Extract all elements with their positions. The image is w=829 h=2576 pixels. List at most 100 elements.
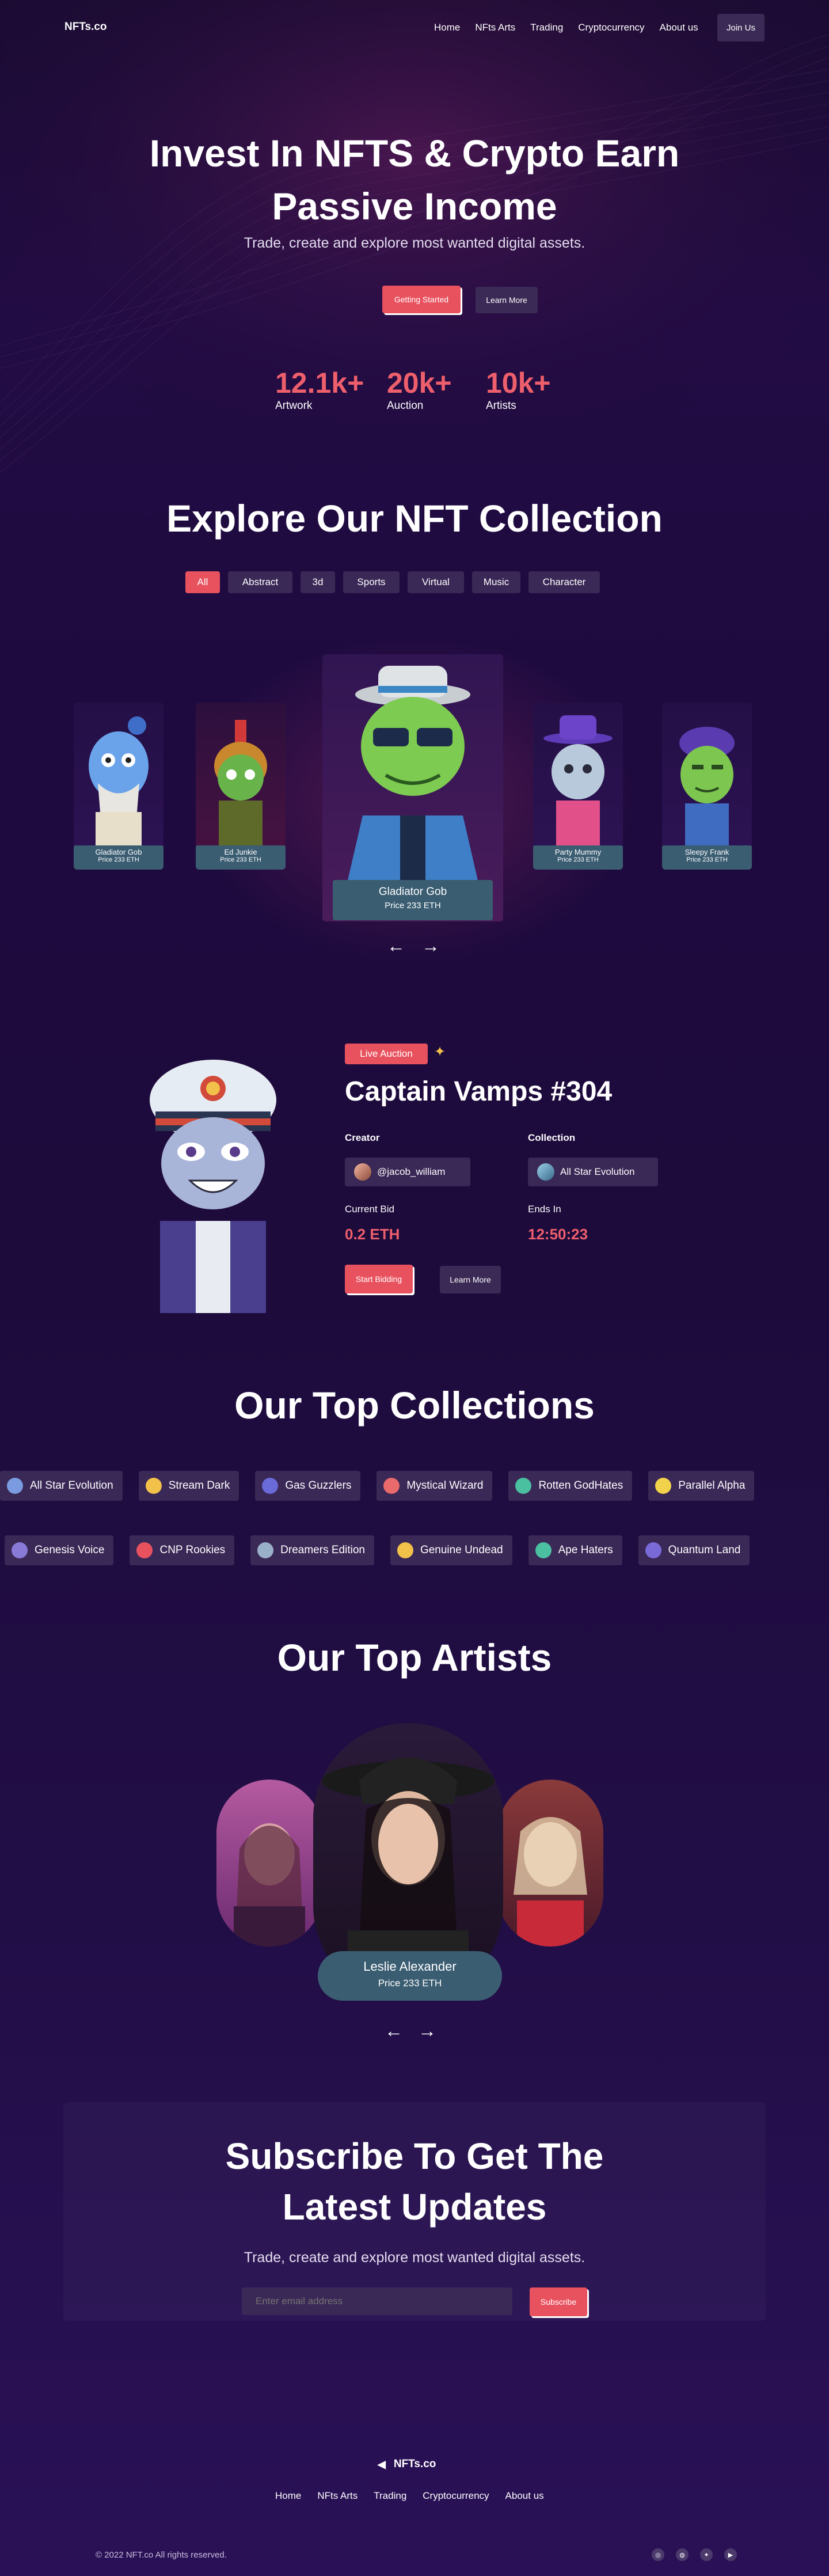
- creator-handle: @jacob_william: [377, 1166, 446, 1177]
- collection-pill-label: Genesis Voice: [35, 1544, 105, 1556]
- email-input[interactable]: [242, 2287, 512, 2315]
- nft-label: Gladiator Gob Price 233 ETH: [333, 880, 493, 920]
- filter-virtual[interactable]: Virtual: [408, 571, 464, 593]
- twitter-icon[interactable]: ✦: [700, 2548, 713, 2561]
- footer-nav-cryptocurrency[interactable]: Cryptocurrency: [423, 2490, 489, 2502]
- collection-pill[interactable]: Stream Dark: [138, 1471, 239, 1501]
- filter-abstract[interactable]: Abstract: [228, 571, 292, 593]
- collection-name: All Star Evolution: [560, 1166, 635, 1177]
- footer-nav-nfts-arts[interactable]: NFts Arts: [317, 2490, 358, 2502]
- learn-more-button[interactable]: Learn More: [476, 287, 538, 313]
- sleepy-frank-avatar: [679, 727, 735, 847]
- subscribe-button[interactable]: Subscribe: [530, 2287, 587, 2316]
- creator-label: Creator: [345, 1132, 380, 1143]
- nav-home[interactable]: Home: [434, 22, 460, 33]
- nft-name: Gladiator Gob: [95, 848, 142, 856]
- collection-avatar: [262, 1478, 279, 1494]
- instagram-icon[interactable]: ◎: [652, 2548, 664, 2561]
- nft-card-featured[interactable]: Gladiator Gob Price 233 ETH: [322, 654, 503, 921]
- getting-started-button[interactable]: Getting Started: [382, 286, 461, 313]
- nav-trading[interactable]: Trading: [530, 22, 563, 33]
- nft-price: Price 233 ETH: [220, 856, 261, 863]
- collection-avatar: [515, 1478, 532, 1494]
- collection-pill-label: Gas Guzzlers: [285, 1479, 352, 1492]
- collection-avatar: [655, 1478, 672, 1494]
- auction-learn-more-button[interactable]: Learn More: [440, 1266, 501, 1293]
- collection-pill[interactable]: Mystical Wizard: [377, 1471, 493, 1501]
- footer-nav-home[interactable]: Home: [275, 2490, 301, 2502]
- filter-music[interactable]: Music: [472, 571, 520, 593]
- collection-pill[interactable]: Genesis Voice: [5, 1535, 114, 1565]
- start-bidding-button[interactable]: Start Bidding: [345, 1265, 413, 1293]
- join-us-button[interactable]: Join Us: [717, 14, 765, 41]
- collections-row-2: Genesis Voice CNP Rookies Dreamers Editi…: [5, 1535, 750, 1565]
- social-links: ◎ ◍ ✦ ▶: [652, 2548, 737, 2561]
- stat-label: Artwork: [275, 400, 313, 412]
- hero-title: Invest In NFTS & Crypto Earn Passive Inc…: [0, 127, 829, 233]
- creator-chip[interactable]: @jacob_william: [345, 1158, 470, 1186]
- nav-about-us[interactable]: About us: [660, 22, 698, 33]
- nft-name: Party Mummy: [554, 848, 602, 856]
- filter-3d[interactable]: 3d: [301, 571, 335, 593]
- artist-name: Leslie Alexander: [363, 1959, 457, 1974]
- filter-all[interactable]: All: [185, 571, 220, 593]
- collection-avatar: [383, 1478, 400, 1494]
- nft-label: Ed Junkie Price 233 ETH: [196, 845, 286, 870]
- stat-artwork: 12.1k+ Artwork: [275, 366, 364, 412]
- collection-pill[interactable]: CNP Rookies: [130, 1535, 235, 1565]
- collection-chip[interactable]: All Star Evolution: [528, 1158, 658, 1186]
- carousel-prev-arrow-icon[interactable]: ←: [387, 935, 405, 957]
- artist-card-right[interactable]: [497, 1780, 603, 1947]
- collection-pill-label: Ape Haters: [558, 1544, 613, 1556]
- youtube-icon[interactable]: ▶: [724, 2548, 737, 2561]
- nft-card[interactable]: Gladiator Gob Price 233 ETH: [74, 703, 163, 870]
- subscribe-title-line-2: Latest Updates: [282, 2186, 547, 2228]
- footer-logo-text: NFTs.co: [393, 2458, 436, 2470]
- main-nav: Home NFts Arts Trading Cryptocurrency Ab…: [434, 22, 698, 33]
- gladiator-gob-avatar: [89, 716, 149, 847]
- collection-pill[interactable]: Rotten GodHates: [508, 1471, 633, 1501]
- collection-pill[interactable]: Quantum Land: [638, 1535, 750, 1565]
- dribbble-icon[interactable]: ◍: [676, 2548, 689, 2561]
- collection-pill[interactable]: Genuine Undead: [390, 1535, 512, 1565]
- collection-pill[interactable]: Dreamers Edition: [250, 1535, 374, 1565]
- collection-label: Collection: [528, 1132, 576, 1143]
- collection-avatar: [397, 1542, 413, 1558]
- collection-pill-label: Genuine Undead: [420, 1544, 503, 1556]
- collection-pill[interactable]: Ape Haters: [528, 1535, 622, 1565]
- ends-in-label: Ends In: [528, 1204, 561, 1215]
- footer-nav-trading[interactable]: Trading: [374, 2490, 406, 2502]
- collection-avatar: [136, 1542, 153, 1558]
- collection-pill[interactable]: Parallel Alpha: [648, 1471, 755, 1501]
- collections-row-1: All Star Evolution Stream Dark Gas Guzzl…: [0, 1471, 755, 1501]
- artist-card-left[interactable]: [216, 1780, 322, 1947]
- nft-price: Price 233 ETH: [686, 856, 728, 863]
- filter-sports[interactable]: Sports: [343, 571, 400, 593]
- artist-photo: [514, 1817, 587, 1947]
- stat-value: 12.1k+: [275, 367, 364, 399]
- nft-card[interactable]: Party Mummy Price 233 ETH: [533, 703, 623, 870]
- artist-price: Price 233 ETH: [378, 1978, 442, 1989]
- stat-value: 10k+: [486, 367, 551, 399]
- filter-character[interactable]: Character: [528, 571, 600, 593]
- collection-pill-label: Quantum Land: [668, 1544, 741, 1556]
- carousel-next-arrow-icon[interactable]: →: [421, 935, 440, 957]
- hero-wave-background: [0, 0, 829, 518]
- footer-nav-about-us[interactable]: About us: [505, 2490, 544, 2502]
- hero-title-line-2: Passive Income: [272, 185, 557, 227]
- artists-next-arrow-icon[interactable]: →: [418, 2020, 436, 2042]
- nav-nfts-arts[interactable]: NFts Arts: [475, 22, 515, 33]
- stat-artists: 10k+ Artists: [486, 366, 551, 412]
- footer-logo[interactable]: ◀ NFTs.co: [378, 2458, 436, 2471]
- collection-pill[interactable]: Gas Guzzlers: [255, 1471, 361, 1501]
- subscribe-title-line-1: Subscribe To Get The: [225, 2135, 604, 2177]
- collection-avatar: [12, 1542, 28, 1558]
- nav-cryptocurrency[interactable]: Cryptocurrency: [578, 22, 644, 33]
- collection-pill[interactable]: All Star Evolution: [0, 1471, 123, 1501]
- site-logo[interactable]: NFTs.co: [64, 21, 107, 33]
- artists-prev-arrow-icon[interactable]: ←: [385, 2020, 403, 2042]
- nft-card[interactable]: Sleepy Frank Price 233 ETH: [662, 703, 752, 870]
- stat-label: Artists: [486, 400, 516, 412]
- nft-card[interactable]: Ed Junkie Price 233 ETH: [196, 703, 286, 870]
- nft-name: Gladiator Gob: [378, 886, 447, 898]
